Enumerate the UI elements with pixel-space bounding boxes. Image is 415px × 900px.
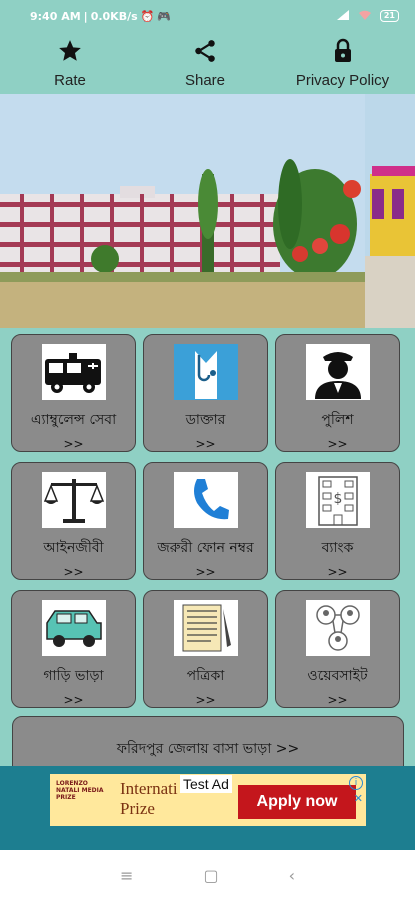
tile-label: পত্রিকা — [186, 668, 225, 684]
bank-tile[interactable]: $ ব্যাংক >> — [275, 462, 400, 580]
tile-arrow: >> — [63, 565, 84, 579]
gamepad-icon: 🎮 — [157, 9, 172, 23]
tile-arrow: >> — [195, 437, 216, 451]
menu-icon[interactable]: ≡ — [120, 866, 133, 885]
system-nav-bar: ≡ ▢ ‹ — [0, 850, 415, 900]
status-time: 9:40 AM — [30, 9, 81, 23]
bank-icon: $ — [305, 472, 370, 528]
test-ad-badge: Test Ad — [180, 775, 232, 793]
tile-label: পুলিশ — [321, 412, 354, 428]
newspaper-tile[interactable]: পত্রিকা >> — [143, 590, 268, 708]
ambulance-icon — [41, 344, 106, 400]
doctor-tile[interactable]: ডাক্তার >> — [143, 334, 268, 452]
scales-icon — [41, 472, 106, 528]
lawyer-tile[interactable]: আইনজীবী >> — [11, 462, 136, 580]
rate-label: Rate — [54, 71, 86, 89]
svg-text:$: $ — [333, 491, 342, 507]
alarm-icon: ⏰ — [140, 9, 155, 23]
car-rental-tile[interactable]: গাড়ি ভাড়া >> — [11, 590, 136, 708]
police-icon — [305, 344, 370, 400]
ad-title: Internati Prize — [120, 779, 178, 818]
wifi-icon — [358, 9, 372, 24]
rate-button[interactable]: Rate — [0, 32, 140, 94]
newspaper-icon — [173, 600, 238, 656]
ad-close-icon[interactable]: ✕ — [354, 792, 363, 805]
ad-banner[interactable]: LORENZO NATALI MEDIA PRIZE Internati Pri… — [50, 774, 366, 826]
tile-label: ওয়েবসাইট — [307, 668, 368, 684]
status-bar: 9:40 AM | 0.0KB/s ⏰ 🎮 21 — [0, 0, 415, 32]
phone-icon — [173, 472, 238, 528]
star-icon — [57, 38, 83, 68]
signal-icon — [336, 9, 350, 24]
ambulance-tile[interactable]: এ্যাম্বুলেন্স সেবা >> — [11, 334, 136, 452]
top-action-bar: Rate Share Privacy Policy — [0, 32, 415, 94]
tile-arrow: >> — [327, 693, 348, 707]
tile-label: জরুরী ফোন নম্বর — [157, 540, 254, 556]
ad-info-icon[interactable]: i — [349, 776, 363, 790]
privacy-policy-button[interactable]: Privacy Policy — [270, 32, 415, 94]
tile-arrow: >> — [195, 565, 216, 579]
share-label: Share — [184, 71, 226, 89]
ad-logo: LORENZO NATALI MEDIA PRIZE — [56, 780, 104, 801]
apply-now-button[interactable]: Apply now — [238, 785, 356, 819]
emergency-phone-tile[interactable]: জরুরী ফোন নম্বর >> — [143, 462, 268, 580]
car-icon — [41, 600, 106, 656]
tile-label: ব্যাংক — [321, 540, 354, 556]
tile-arrow: >> — [63, 693, 84, 707]
tile-arrow: >> — [327, 565, 348, 579]
service-grid: এ্যাম্বুলেন্স সেবা >> ডাক্তার >> পুলিশ >… — [8, 334, 408, 708]
doctor-icon — [173, 344, 238, 400]
tile-label: ডাক্তার — [185, 412, 226, 428]
banner-image — [0, 94, 415, 328]
tile-arrow: >> — [63, 437, 84, 451]
tile-arrow: >> — [327, 437, 348, 451]
privacy-policy-label: Privacy Policy — [295, 71, 390, 89]
battery-icon: 21 — [379, 10, 399, 22]
tile-arrow: >> — [195, 693, 216, 707]
ad-area: LORENZO NATALI MEDIA PRIZE Internati Pri… — [0, 766, 415, 850]
home-icon[interactable]: ▢ — [203, 866, 218, 885]
tile-label: গাড়ি ভাড়া — [43, 668, 104, 684]
tile-label: এ্যাম্বুলেন্স সেবা — [30, 412, 117, 428]
share-icon — [192, 38, 218, 68]
police-tile[interactable]: পুলিশ >> — [275, 334, 400, 452]
tile-label: আইনজীবী — [43, 540, 104, 556]
website-tile[interactable]: ওয়েবসাইট >> — [275, 590, 400, 708]
status-network-speed: 0.0KB/s — [90, 9, 138, 23]
lock-icon — [331, 38, 355, 68]
share-button[interactable]: Share — [140, 32, 270, 94]
back-icon[interactable]: ‹ — [289, 866, 295, 885]
website-icon — [305, 600, 370, 656]
